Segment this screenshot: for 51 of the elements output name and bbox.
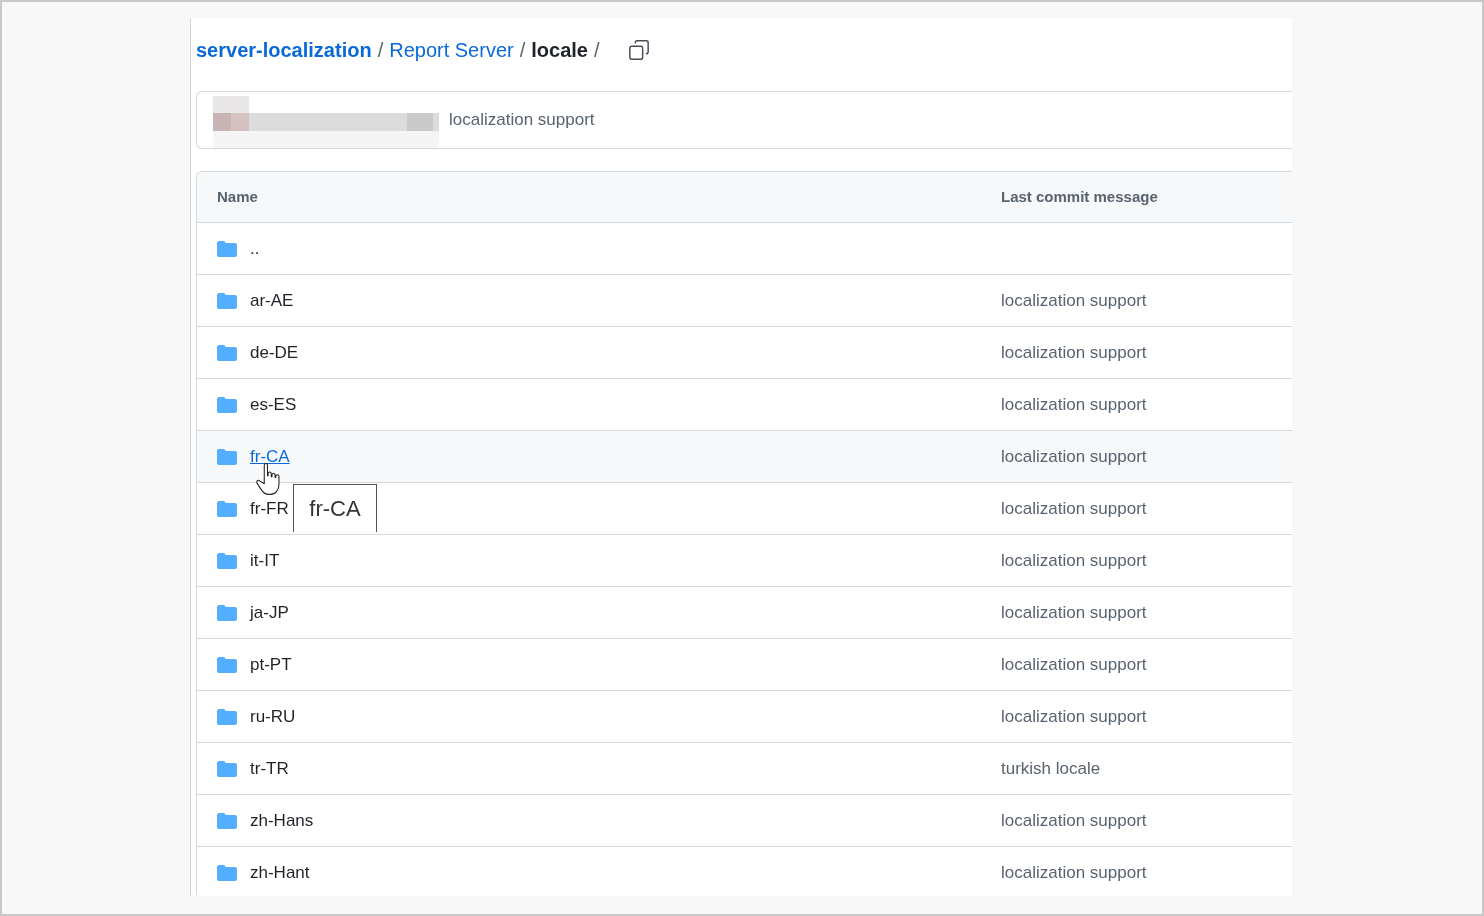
breadcrumb-separator: / xyxy=(593,38,600,63)
commit-message-link[interactable]: localization support xyxy=(1001,342,1147,362)
breadcrumb-link[interactable]: server-localization xyxy=(196,36,372,64)
folder-link[interactable]: ar-AE xyxy=(250,287,294,314)
commit-message: localization support xyxy=(449,109,595,132)
folder-icon xyxy=(217,552,237,569)
commit-message-link[interactable]: localization support xyxy=(1001,498,1147,518)
folder-link[interactable]: ru-RU xyxy=(250,703,296,730)
breadcrumb-link[interactable]: Report Server xyxy=(389,36,514,64)
folder-icon xyxy=(217,760,237,777)
folder-icon xyxy=(217,448,237,465)
tooltip: fr-CA xyxy=(293,484,377,532)
commit-message-link[interactable]: localization support xyxy=(1001,394,1147,414)
copy-icon xyxy=(627,39,650,61)
folder-icon xyxy=(217,344,237,361)
commit-message-link[interactable]: localization support xyxy=(1001,810,1147,830)
folder-link[interactable]: zh-Hans xyxy=(250,807,314,834)
commit-message-link[interactable]: localization support xyxy=(1001,290,1147,310)
commit-message-link[interactable]: localization support xyxy=(1001,602,1147,622)
breadcrumb-separator: / xyxy=(519,38,526,63)
folder-link[interactable]: .. xyxy=(250,235,260,262)
folder-icon xyxy=(217,604,237,621)
folder-icon xyxy=(217,864,237,881)
folder-icon xyxy=(217,708,237,725)
folder-link[interactable]: zh-Hant xyxy=(250,859,310,886)
folder-icon xyxy=(217,812,237,829)
copy-path-button[interactable] xyxy=(627,39,650,61)
folder-link[interactable]: ja-JP xyxy=(250,599,289,626)
commit-message-link[interactable]: turkish locale xyxy=(1001,758,1101,778)
commit-message-link[interactable]: localization support xyxy=(1001,862,1147,882)
folder-link[interactable]: es-ES xyxy=(250,391,297,418)
commit-message-link[interactable]: localization support xyxy=(1001,550,1147,570)
folder-icon xyxy=(217,240,237,257)
folder-link[interactable]: fr-FR xyxy=(250,495,289,522)
folder-link[interactable]: tr-TR xyxy=(250,755,289,782)
folder-icon xyxy=(217,292,237,309)
breadcrumb-separator: / xyxy=(377,38,384,63)
commit-message-link[interactable]: localization support xyxy=(1001,706,1147,726)
folder-link[interactable]: it-IT xyxy=(250,547,280,574)
folder-icon xyxy=(217,396,237,413)
commit-message-link[interactable]: localization support xyxy=(1001,446,1147,466)
breadcrumb-current: locale xyxy=(531,38,588,63)
commit-message-link[interactable]: localization support xyxy=(1001,654,1147,674)
column-header: Last commit message xyxy=(1001,187,1158,205)
folder-icon xyxy=(217,500,237,517)
table-row[interactable]: zh-Hant localization support xyxy=(197,846,1292,896)
folder-link[interactable]: de-DE xyxy=(250,339,299,366)
folder-link[interactable]: pt-PT xyxy=(250,651,292,678)
folder-link[interactable]: fr-CA xyxy=(250,443,290,470)
column-header: Name xyxy=(217,187,258,205)
folder-icon xyxy=(217,656,237,673)
